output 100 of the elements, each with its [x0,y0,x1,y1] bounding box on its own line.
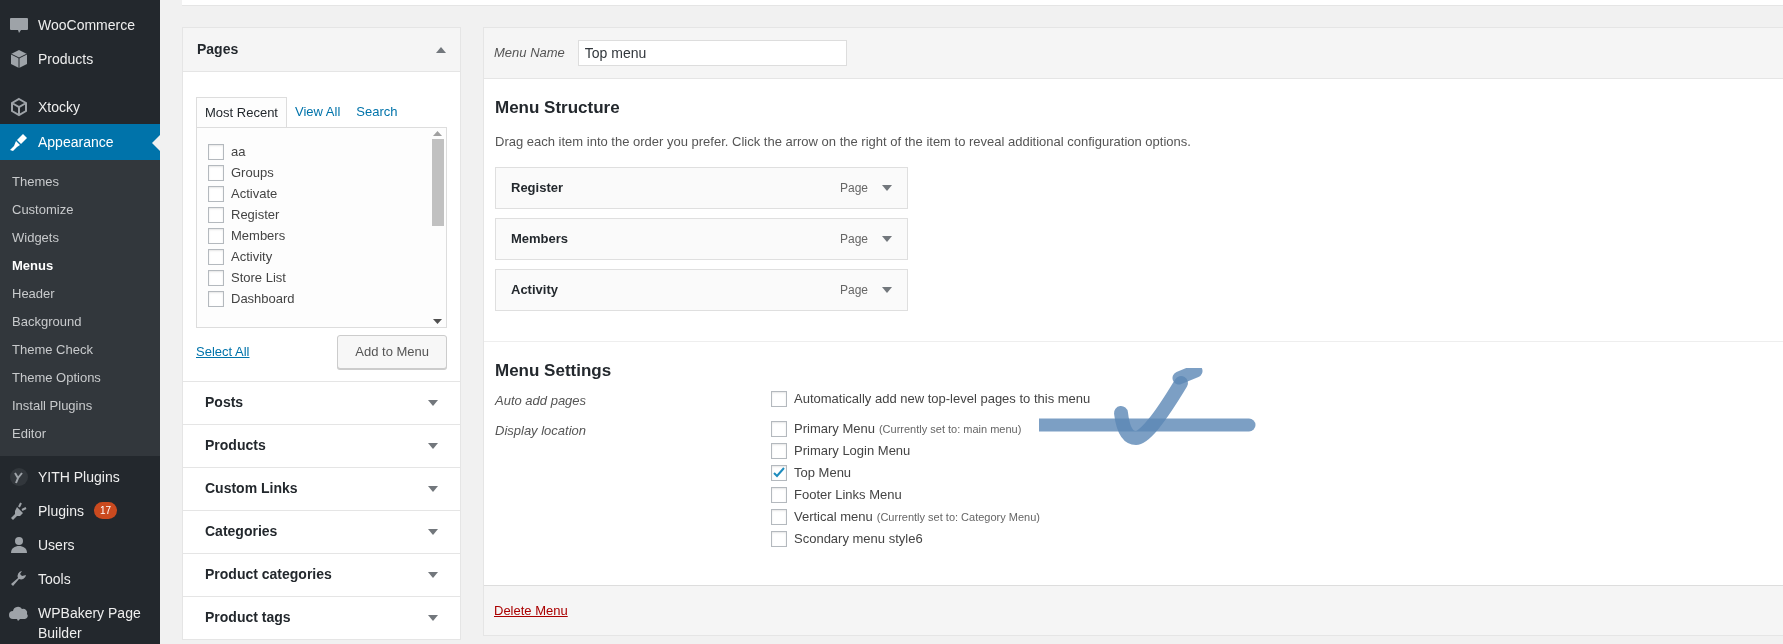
current-pointer-icon [152,135,160,151]
sidebar-menu-item[interactable]: Plugins 17 [0,494,160,528]
menu-item-bar[interactable]: Activity Page [495,269,908,311]
toggle-arrow-icon[interactable] [428,571,438,578]
submenu-item[interactable]: Install Plugins [0,392,160,420]
tab[interactable]: Search [348,97,406,127]
add-to-menu-button[interactable]: Add to Menu [337,334,447,369]
section-title: Pages [197,40,239,59]
paintbrush-icon [8,132,30,152]
submenu-item[interactable]: Customize [0,196,160,224]
toggle-arrow-icon[interactable] [436,46,446,53]
menu-item-bar[interactable]: Members Page [495,218,908,260]
menu-name-field[interactable]: Top menu [577,40,847,66]
option-label: Footer Links Menu [794,485,902,504]
instructions-text: Drag each item into the order you prefer. Click the arrow on the right of the item to reveal additional configuration options. [495,132,1192,151]
menu-item-title: Members [511,230,570,249]
toggle-arrow-icon[interactable] [428,442,438,449]
section-heading: Menu Structure [495,97,621,119]
expand-arrow-icon[interactable] [882,287,892,293]
accordion-section[interactable]: Products [182,424,461,468]
checkbox[interactable] [208,186,224,202]
menu-item-title: Activity [511,281,559,300]
checkbox[interactable] [208,165,224,181]
checkbox[interactable] [771,390,787,407]
toggle-arrow-icon[interactable] [428,528,438,535]
item-type-label: Page [839,231,868,248]
section-title: Product tags [205,608,291,627]
checkbox[interactable] [771,508,787,525]
checkbox[interactable] [208,207,224,223]
page-option-label: Members [231,227,286,246]
sidebar-menu-item[interactable]: YITH Plugins [0,460,160,494]
sidebar-menu-item[interactable]: Products [0,42,160,76]
box-icon [8,49,30,69]
submenu-item[interactable]: Theme Options [0,364,160,392]
checkbox[interactable] [771,464,787,481]
option-label: Vertical menu (Currently set to: Category Menu) [794,507,1040,526]
woo-logo-icon [8,15,30,35]
field-label: Menu Name [494,44,565,63]
accordion-section[interactable]: Product categories [182,553,461,597]
setting-label: Auto add pages [495,391,588,410]
scroll-down-icon[interactable] [433,318,442,325]
checkbox[interactable] [771,442,787,459]
item-type-label: Page [839,282,868,299]
page-option-label: Activity [231,248,273,267]
checkbox[interactable] [208,249,224,265]
checkbox[interactable] [208,228,224,244]
expand-arrow-icon[interactable] [882,185,892,191]
checkbox[interactable] [208,291,224,307]
menu-item-bar[interactable]: Register Page [495,167,908,209]
item-type-label: Page [839,180,868,197]
accordion-section[interactable]: Custom Links [182,467,461,511]
accordion-section[interactable]: Posts [182,381,461,425]
section-heading: Menu Settings [495,360,613,382]
count-badge: 17 [93,502,118,519]
yith-logo-icon [8,467,30,487]
option-label: Top Menu [794,463,852,482]
option-label: Primary Login Menu [794,441,911,460]
checkbox[interactable] [771,486,787,503]
checkbox[interactable] [208,144,224,160]
toggle-arrow-icon[interactable] [428,485,438,492]
submenu-item[interactable]: Theme Check [0,336,160,364]
select-all-link[interactable]: Select All [196,341,250,362]
section-title: Product categories [205,565,332,584]
submenu-item[interactable]: Menus [0,252,160,280]
section-title: Posts [205,393,244,412]
option-label: Primary Menu (Currently set to: main menu) [794,419,1022,438]
accordion-section[interactable]: Product tags [182,596,461,640]
submenu-item[interactable]: Themes [0,168,160,196]
checkbox[interactable] [771,530,787,547]
option-label: Scondary menu style6 [794,529,923,548]
section-title: Categories [205,522,278,541]
delete-menu-link[interactable]: Delete Menu [494,600,568,621]
submenu-item[interactable]: Editor [0,420,160,448]
accordion-section[interactable]: Categories [182,510,461,554]
setting-label: Display location [495,421,588,440]
page-option-label: aa [231,143,246,162]
sidebar-menu-item[interactable]: Appearance [0,124,160,160]
sidebar-menu-item[interactable]: Tools [0,562,160,596]
scrollbar-thumb[interactable] [431,138,444,226]
scroll-up-icon[interactable] [433,129,442,136]
toggle-arrow-icon[interactable] [428,614,438,621]
section-title: Custom Links [205,479,298,498]
tab[interactable]: View All [287,97,349,127]
submenu-item[interactable]: Widgets [0,224,160,252]
page-option-label: Activate [231,185,278,204]
checkbox[interactable] [771,420,787,437]
sidebar-menu-item[interactable]: Users [0,528,160,562]
sidebar-menu-item[interactable]: WooCommerce [0,8,160,42]
page-option-label: Register [231,206,280,225]
scrollbar[interactable] [431,129,444,325]
toggle-arrow-icon[interactable] [428,399,438,406]
expand-arrow-icon[interactable] [882,236,892,242]
menu-item-title: Register [511,179,565,198]
sidebar-menu-item[interactable]: WPBakery Page Builder [0,596,160,644]
submenu-item[interactable]: Header [0,280,160,308]
checkbox[interactable] [208,270,224,286]
sidebar-menu-item[interactable]: Xtocky [0,90,160,124]
submenu-item[interactable]: Background [0,308,160,336]
page-option-label: Groups [231,164,274,183]
tab[interactable]: Most Recent [196,97,287,128]
